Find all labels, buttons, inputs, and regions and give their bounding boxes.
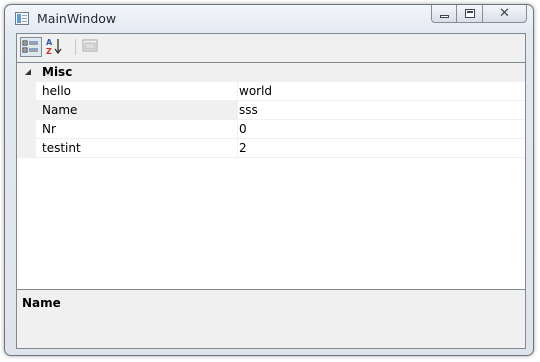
categorized-button[interactable] bbox=[20, 37, 42, 57]
categorized-icon bbox=[22, 40, 38, 53]
property-pages-icon bbox=[82, 39, 98, 52]
collapse-arrow-icon[interactable] bbox=[25, 69, 31, 75]
toolbar-separator bbox=[75, 39, 76, 55]
description-panel: Name bbox=[17, 290, 525, 348]
property-pages-button[interactable] bbox=[80, 37, 102, 57]
property-row[interactable]: Name sss bbox=[17, 101, 525, 120]
maximize-icon bbox=[465, 9, 475, 18]
caption-buttons: ✕ bbox=[431, 5, 527, 24]
property-value[interactable]: 0 bbox=[238, 120, 525, 139]
property-name[interactable]: hello bbox=[36, 82, 238, 101]
row-gutter bbox=[17, 139, 36, 158]
close-button[interactable]: ✕ bbox=[483, 5, 527, 23]
window-title: MainWindow bbox=[37, 11, 117, 26]
property-name-selected[interactable]: Name bbox=[36, 101, 238, 120]
alphabetical-button[interactable]: A Z bbox=[44, 37, 66, 57]
row-gutter bbox=[17, 101, 36, 120]
property-row[interactable]: hello world bbox=[17, 82, 525, 101]
property-value[interactable]: 2 bbox=[238, 139, 525, 158]
property-row[interactable]: testint 2 bbox=[17, 139, 525, 158]
property-name[interactable]: testint bbox=[36, 139, 238, 158]
close-icon: ✕ bbox=[499, 6, 510, 21]
main-window: MainWindow ✕ A Z Misc hello world Name s… bbox=[4, 4, 534, 356]
property-name[interactable]: Nr bbox=[36, 120, 238, 139]
property-value[interactable]: world bbox=[238, 82, 525, 101]
property-row[interactable]: Nr 0 bbox=[17, 120, 525, 139]
property-grid: A Z Misc hello world Name sss Nr 0 testi… bbox=[16, 33, 526, 349]
property-list: Misc hello world Name sss Nr 0 testint 2 bbox=[17, 62, 525, 290]
alphabetical-sort-icon: A Z bbox=[46, 38, 62, 56]
property-value[interactable]: sss bbox=[238, 101, 525, 120]
minimize-icon bbox=[440, 15, 449, 18]
svg-text:Z: Z bbox=[46, 47, 52, 55]
category-label: Misc bbox=[42, 65, 73, 79]
row-gutter bbox=[17, 120, 36, 139]
maximize-button[interactable] bbox=[457, 5, 483, 23]
svg-text:A: A bbox=[46, 38, 53, 47]
category-row[interactable]: Misc bbox=[17, 63, 525, 82]
description-title: Name bbox=[22, 296, 61, 310]
row-gutter bbox=[17, 82, 36, 101]
property-toolbar: A Z bbox=[17, 34, 525, 62]
minimize-button[interactable] bbox=[431, 5, 457, 23]
app-icon bbox=[15, 12, 29, 25]
